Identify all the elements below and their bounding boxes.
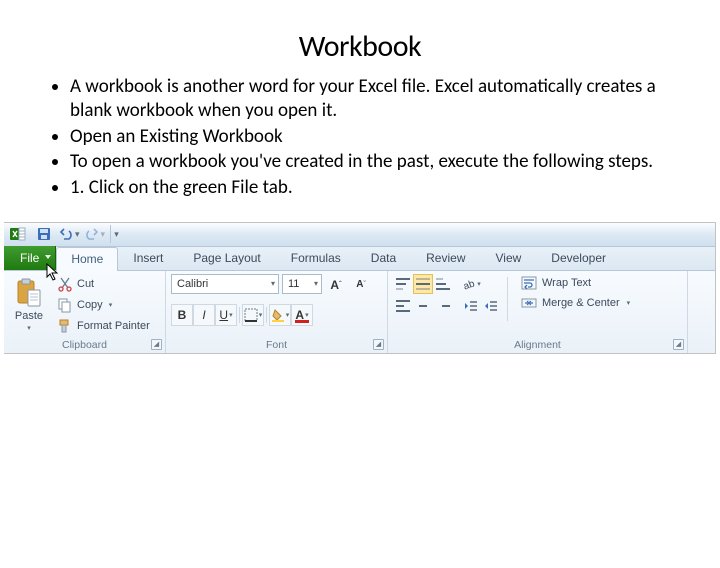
alignment-group: ab▾ (388, 271, 688, 353)
alignment-launcher[interactable]: ◢ (673, 339, 684, 350)
merge-center-button[interactable]: Merge & Center▾ (518, 294, 633, 312)
excel-icon (10, 226, 26, 242)
fill-color-button[interactable]: ▾ (269, 304, 291, 326)
font-size-combo[interactable]: 11▾ (282, 274, 322, 294)
orientation-button[interactable]: ab▾ (461, 274, 481, 294)
copy-button[interactable]: Copy▾ (53, 295, 154, 316)
font-group-label: Font (171, 339, 382, 353)
wrap-text-button[interactable]: Wrap Text (518, 274, 633, 292)
clipboard-launcher[interactable]: ◢ (151, 339, 162, 350)
slide-title: Workbook (0, 28, 720, 65)
font-group: Calibri▾ 11▾ Aˆ Aˇ B I U▾ ▾ (166, 271, 388, 353)
excel-ribbon: ▾ ▾ ▾ File Home Insert Page Layout Formu… (4, 222, 716, 354)
file-tab[interactable]: File (4, 246, 56, 270)
page-layout-tab[interactable]: Page Layout (178, 246, 275, 270)
formulas-tab[interactable]: Formulas (276, 246, 356, 270)
qat-customize-button[interactable]: ▾ (110, 225, 122, 243)
paste-button[interactable]: Paste ▾ (9, 274, 49, 336)
bullet-item: To open a workbook you've created in the… (70, 150, 680, 174)
data-tab[interactable]: Data (356, 246, 411, 270)
font-launcher[interactable]: ◢ (373, 339, 384, 350)
format-painter-button[interactable]: Format Painter (53, 316, 154, 337)
align-left-button[interactable] (393, 296, 413, 316)
view-tab[interactable]: View (481, 246, 537, 270)
ribbon-tabs: File Home Insert Page Layout Formulas Da… (4, 247, 715, 271)
shrink-font-button[interactable]: Aˇ (350, 274, 372, 296)
align-right-button[interactable] (433, 296, 453, 316)
align-top-button[interactable] (393, 274, 413, 294)
align-middle-button[interactable] (413, 274, 433, 294)
redo-button[interactable] (82, 224, 102, 244)
bullet-item: A workbook is another word for your Exce… (70, 75, 680, 123)
save-button[interactable] (34, 224, 54, 244)
redo-caret[interactable]: ▾ (101, 229, 106, 240)
undo-caret[interactable]: ▾ (75, 229, 80, 240)
bullet-list: A workbook is another word for your Exce… (70, 75, 680, 200)
clipboard-group-label: Clipboard (9, 339, 160, 353)
bullet-item: Open an Existing Workbook (70, 125, 680, 149)
bold-button[interactable]: B (171, 304, 193, 326)
font-name-combo[interactable]: Calibri▾ (171, 274, 279, 294)
review-tab[interactable]: Review (411, 246, 480, 270)
svg-text:ab: ab (462, 278, 477, 292)
paste-label: Paste (15, 310, 43, 322)
cut-button[interactable]: Cut (53, 274, 154, 295)
italic-button[interactable]: I (193, 304, 215, 326)
alignment-group-label: Alignment (393, 339, 682, 353)
border-button[interactable]: ▾ (242, 304, 264, 326)
align-center-button[interactable] (413, 296, 433, 316)
clipboard-group: Paste ▾ Cut Copy▾ Format Painter (4, 271, 166, 353)
developer-tab[interactable]: Developer (536, 246, 621, 270)
increase-indent-button[interactable] (481, 296, 501, 316)
quick-access-toolbar: ▾ ▾ ▾ (4, 223, 715, 247)
insert-tab[interactable]: Insert (118, 246, 178, 270)
grow-font-button[interactable]: Aˆ (325, 274, 347, 296)
font-color-button[interactable]: A ▾ (291, 304, 313, 326)
underline-button[interactable]: U▾ (215, 304, 237, 326)
bullet-item: 1. Click on the green File tab. (70, 176, 680, 200)
home-tab[interactable]: Home (56, 247, 118, 271)
undo-button[interactable] (56, 224, 76, 244)
ribbon-groups: Paste ▾ Cut Copy▾ Format Painter (4, 271, 715, 353)
align-bottom-button[interactable] (433, 274, 453, 294)
decrease-indent-button[interactable] (461, 296, 481, 316)
